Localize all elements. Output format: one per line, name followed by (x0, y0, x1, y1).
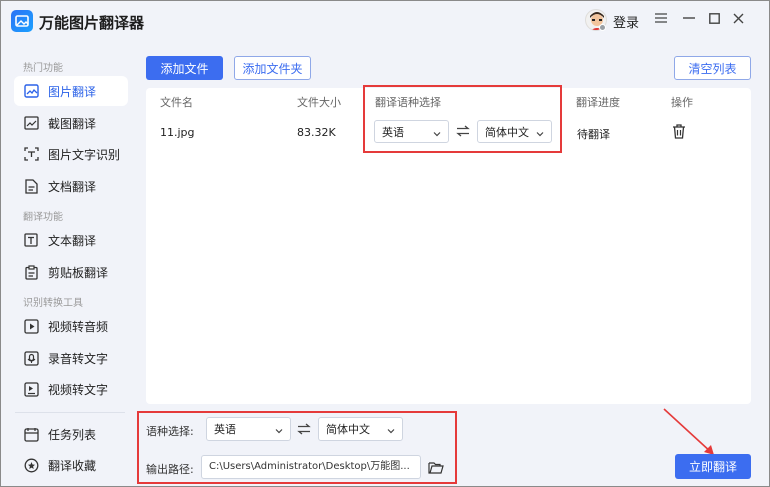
target-language-select[interactable]: 简体中文 (318, 417, 403, 441)
sidebar-item-label: 文本翻译 (48, 233, 97, 248)
sidebar-item-label: 视频转音频 (48, 319, 109, 334)
language-label: 语种选择: (146, 425, 194, 438)
menu-icon[interactable] (651, 9, 671, 27)
sidebar-item-task-list[interactable]: 任务列表 (14, 419, 128, 449)
favorite-icon (23, 457, 39, 473)
file-size-cell: 83.32K (297, 126, 336, 139)
title-bar: 万能图片翻译器 登录 (1, 1, 769, 45)
clear-list-button[interactable]: 清空列表 (674, 56, 751, 80)
task-list-icon (23, 426, 39, 442)
section-convert-label: 识别转换工具 (23, 298, 83, 309)
target-language-value: 简体中文 (326, 423, 370, 436)
translate-now-button[interactable]: 立即翻译 (675, 454, 751, 479)
swap-language-icon[interactable] (296, 421, 312, 437)
sidebar-item-label: 剪贴板翻译 (48, 265, 109, 280)
section-translate-label: 翻译功能 (23, 212, 63, 223)
sidebar-item-screenshot-translate[interactable]: 截图翻译 (14, 108, 128, 138)
sidebar-item-recording-to-text[interactable]: 录音转文字 (14, 343, 128, 373)
sidebar-item-video-to-text[interactable]: 视频转文字 (14, 374, 128, 404)
file-name-cell: 11.jpg (160, 126, 195, 139)
add-folder-button[interactable]: 添加文件夹 (234, 56, 311, 80)
sidebar-item-label: 翻译收藏 (48, 458, 97, 473)
source-language-select[interactable]: 英语 (206, 417, 291, 441)
document-icon (23, 178, 39, 194)
video-text-icon (23, 381, 39, 397)
sidebar-item-label: 录音转文字 (48, 351, 109, 366)
video-audio-icon (23, 318, 39, 334)
output-path-field[interactable]: C:\Users\Administrator\Desktop\万能图... (201, 455, 421, 479)
screenshot-icon (23, 115, 39, 131)
folder-open-icon[interactable] (427, 458, 445, 476)
status-dot (599, 24, 606, 31)
sidebar: 热门功能 图片翻译 截图翻译 图片文字识别 文档翻译 翻译功能 文本翻译 剪贴板… (1, 45, 136, 486)
login-link[interactable]: 登录 (613, 12, 639, 31)
chevron-down-icon (387, 425, 395, 438)
column-header-progress: 翻译进度 (576, 96, 620, 109)
ocr-icon (23, 146, 39, 162)
column-header-size: 文件大小 (297, 96, 341, 109)
sidebar-item-video-to-audio[interactable]: 视频转音频 (14, 311, 128, 341)
sidebar-item-label: 图片文字识别 (48, 147, 121, 162)
language-highlight-box (363, 85, 562, 153)
sidebar-item-favorites[interactable]: 翻译收藏 (14, 450, 128, 480)
source-language-value: 英语 (214, 423, 236, 436)
sidebar-item-label: 任务列表 (48, 427, 97, 442)
sidebar-item-label: 图片翻译 (48, 84, 97, 99)
delete-icon[interactable] (672, 124, 686, 140)
sidebar-item-label: 文档翻译 (48, 179, 97, 194)
output-path-label: 输出路径: (146, 463, 194, 476)
maximize-icon[interactable] (704, 9, 724, 27)
app-logo-icon (11, 10, 33, 32)
sidebar-item-label: 视频转文字 (48, 382, 109, 397)
sidebar-item-ocr[interactable]: 图片文字识别 (14, 139, 128, 169)
minimize-icon[interactable] (679, 9, 699, 27)
image-icon (23, 83, 39, 99)
sidebar-item-clipboard-translate[interactable]: 剪贴板翻译 (14, 257, 128, 287)
sidebar-item-image-translate[interactable]: 图片翻译 (14, 76, 128, 106)
sidebar-item-label: 截图翻译 (48, 116, 97, 131)
app-title: 万能图片翻译器 (39, 14, 145, 32)
column-header-action: 操作 (671, 96, 693, 109)
status-cell: 待翻译 (577, 128, 610, 141)
app-window: 万能图片翻译器 登录 热门功能 图片翻译 截图翻译 图片文字识别 文档翻译 翻译… (0, 0, 770, 487)
section-hot-label: 热门功能 (23, 63, 63, 74)
close-icon[interactable] (728, 9, 748, 27)
recording-icon (23, 350, 39, 366)
column-header-name: 文件名 (160, 96, 193, 109)
sidebar-divider (15, 412, 125, 413)
clipboard-icon (23, 264, 39, 280)
add-file-button[interactable]: 添加文件 (146, 56, 223, 80)
sidebar-item-document-translate[interactable]: 文档翻译 (14, 171, 128, 201)
sidebar-item-text-translate[interactable]: 文本翻译 (14, 225, 128, 255)
text-icon (23, 232, 39, 248)
chevron-down-icon (275, 425, 283, 438)
